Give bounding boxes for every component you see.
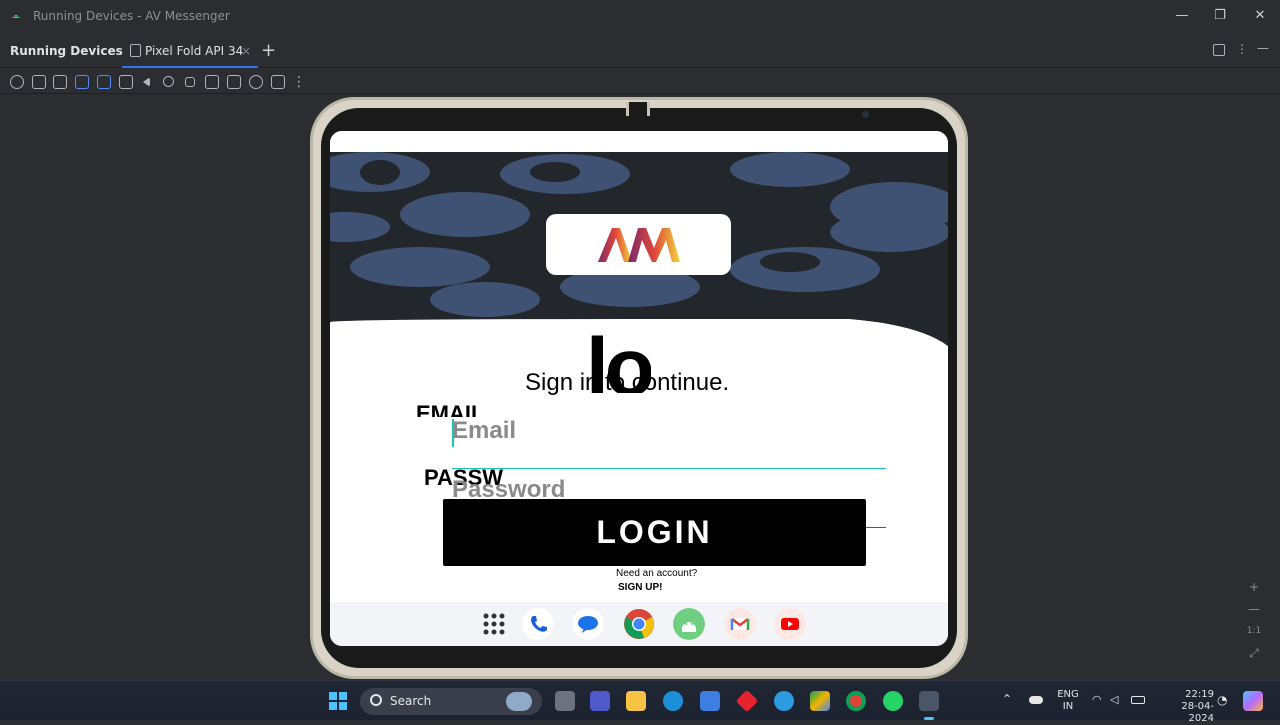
running-devices-tabbar: Running Devices Pixel Fold API 34 × + xyxy=(0,34,1280,68)
close-button[interactable]: ✕ xyxy=(1249,6,1271,26)
power-icon[interactable] xyxy=(10,75,24,89)
search-icon xyxy=(370,694,382,706)
fit-screen-button[interactable]: ⤢ xyxy=(1244,642,1264,664)
need-account-text: Need an account? xyxy=(616,568,698,579)
file-explorer-icon[interactable] xyxy=(626,691,646,711)
onedrive-icon[interactable] xyxy=(1029,696,1043,704)
pattern-blob xyxy=(400,192,530,237)
language-top: ENG xyxy=(1057,689,1079,700)
copilot-icon[interactable] xyxy=(1243,691,1263,711)
tab-close-icon[interactable]: × xyxy=(241,44,251,58)
pattern-blob xyxy=(350,247,490,287)
pattern-blob xyxy=(530,162,580,182)
fold-icon[interactable] xyxy=(97,75,111,89)
gmail-icon[interactable] xyxy=(724,608,756,640)
edge-icon[interactable] xyxy=(663,691,683,711)
windows-start-icon[interactable] xyxy=(329,692,347,710)
screenshot-icon[interactable] xyxy=(205,75,219,89)
tray-overflow-icon[interactable]: ⌃ xyxy=(1002,693,1012,705)
email-placeholder: Email xyxy=(452,417,517,444)
subtitle: Sign in to continue. xyxy=(525,369,730,396)
android-studio-icon xyxy=(12,15,20,18)
google-drive-icon[interactable] xyxy=(810,691,830,711)
whatsapp-icon[interactable] xyxy=(883,691,903,711)
add-device-button[interactable]: + xyxy=(261,40,276,61)
home-icon[interactable] xyxy=(163,76,174,87)
app-dock xyxy=(330,602,948,646)
teams-icon[interactable] xyxy=(590,691,610,711)
minimize-button[interactable]: — xyxy=(1171,6,1193,26)
volume-up-icon[interactable] xyxy=(32,75,46,89)
email-label: EMAIL xyxy=(416,403,485,417)
clock-time: 22:19 xyxy=(1185,689,1214,700)
overview-icon[interactable] xyxy=(185,77,195,87)
zoom-in-button[interactable]: + xyxy=(1244,576,1264,598)
pattern-blob xyxy=(730,152,850,187)
reset-icon[interactable] xyxy=(249,75,263,89)
settings-icon[interactable] xyxy=(1213,44,1225,56)
email-field[interactable]: Email xyxy=(452,417,886,469)
logo-card xyxy=(546,214,731,275)
login-button[interactable]: LOGIN xyxy=(443,499,866,566)
pattern-blob xyxy=(360,160,400,185)
language-indicator[interactable]: ENG IN xyxy=(1056,689,1080,713)
browser-icon[interactable] xyxy=(774,691,794,711)
task-view-icon[interactable] xyxy=(555,691,575,711)
text-caret xyxy=(452,419,454,447)
apps-grid-icon[interactable] xyxy=(478,608,510,640)
search-label: Search xyxy=(390,694,432,708)
android-icon[interactable] xyxy=(673,608,705,640)
hide-panel-icon[interactable]: — xyxy=(1257,41,1269,55)
record-icon[interactable] xyxy=(227,75,241,89)
wifi-icon[interactable]: ◠ xyxy=(1092,694,1102,706)
windows-taskbar: Search ⌃ ENG IN ◠ ◁ 22:19 28-04-2024 ◔ xyxy=(0,680,1280,724)
rotate-left-icon[interactable] xyxy=(75,75,89,89)
device-icon xyxy=(130,44,141,57)
back-icon[interactable] xyxy=(143,77,150,87)
display-icon[interactable] xyxy=(271,75,285,89)
phone-icon[interactable] xyxy=(522,608,554,640)
youtube-icon[interactable] xyxy=(774,608,806,640)
app-logo xyxy=(598,228,680,262)
panel-header: Running Devices xyxy=(10,44,123,58)
battery-icon[interactable] xyxy=(1131,696,1145,704)
clock-date: 28-04-2024 xyxy=(1181,701,1214,724)
pattern-blob xyxy=(760,252,820,272)
window-titlebar: Running Devices - AV Messenger — ❐ ✕ xyxy=(0,0,1280,32)
messages-icon[interactable] xyxy=(572,608,604,640)
actual-size-button[interactable]: 1:1 xyxy=(1244,620,1264,642)
tab-label: Pixel Fold API 34 xyxy=(145,44,244,58)
zoom-controls: + — 1:1 ⤢ xyxy=(1244,576,1264,664)
device-toolbar: ⋮ xyxy=(0,70,1280,94)
search-highlight-icon xyxy=(506,692,532,711)
chrome-taskbar-icon[interactable] xyxy=(846,691,866,711)
device-screen[interactable]: lo Sign in to continue. EMAIL Email PASS… xyxy=(330,131,948,646)
zoom-out-button[interactable]: — xyxy=(1244,598,1264,620)
microsoft-store-icon[interactable] xyxy=(700,691,720,711)
pattern-blob xyxy=(330,212,390,242)
front-camera xyxy=(862,111,869,118)
restore-button[interactable]: ❐ xyxy=(1209,6,1231,26)
volume-icon[interactable]: ◁ xyxy=(1110,694,1118,706)
tab-pixel-fold[interactable]: Pixel Fold API 34 × xyxy=(122,34,258,68)
pattern-blob xyxy=(830,212,948,252)
window-title: Running Devices - AV Messenger xyxy=(33,9,230,23)
status-bar xyxy=(330,131,948,152)
notifications-icon[interactable]: ◔ xyxy=(1217,694,1227,706)
options-menu-icon[interactable]: ⋮ xyxy=(1236,42,1248,56)
language-bottom: IN xyxy=(1062,701,1074,712)
android-studio-taskbar-icon[interactable] xyxy=(919,691,939,711)
more-icon[interactable]: ⋮ xyxy=(292,75,306,89)
unfold-icon[interactable] xyxy=(119,75,133,89)
volume-down-icon[interactable] xyxy=(53,75,67,89)
sign-up-link[interactable]: SIGN UP! xyxy=(618,582,662,593)
taskbar-search[interactable]: Search xyxy=(360,688,542,715)
pattern-blob xyxy=(430,282,540,317)
hinge xyxy=(626,102,650,116)
hero-banner xyxy=(330,152,948,322)
anydesk-icon[interactable] xyxy=(735,689,759,713)
chrome-icon[interactable] xyxy=(623,608,655,640)
